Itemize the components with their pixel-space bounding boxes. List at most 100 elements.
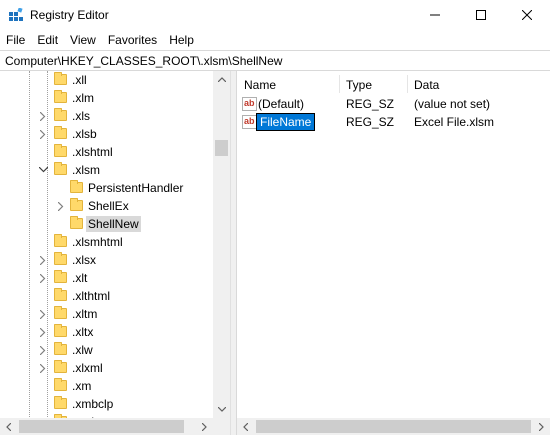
tree-item-label: PersistentHandler [88, 181, 184, 195]
tree-item-label: .xm [72, 379, 92, 393]
chevron-left-icon [6, 422, 11, 431]
folder-icon [54, 306, 67, 319]
menu-edit[interactable]: Edit [31, 30, 64, 50]
folder-icon [54, 360, 67, 373]
column-header-type[interactable]: Type [346, 77, 372, 93]
chevron-right-icon[interactable] [38, 308, 48, 320]
chevron-right-icon[interactable] [38, 362, 48, 374]
column-header-name[interactable]: Name [244, 77, 276, 93]
tree-item[interactable]: PersistentHandler [0, 179, 212, 197]
menu-file[interactable]: File [0, 30, 31, 50]
address-bar[interactable]: Computer\HKEY_CLASSES_ROOT\.xlsm\ShellNe… [0, 50, 550, 71]
chevron-right-icon[interactable] [56, 200, 66, 212]
column-divider[interactable] [407, 75, 408, 93]
chevron-down-icon [217, 407, 226, 412]
scroll-left-button[interactable] [237, 418, 254, 435]
scroll-thumb[interactable] [256, 420, 531, 433]
folder-icon [54, 234, 67, 247]
tree-item-label: ShellNew [86, 216, 141, 232]
tree-item[interactable]: .xlsmhtml [0, 233, 212, 251]
value-row[interactable]: ab (Default) REG_SZ (value not set) [237, 95, 537, 113]
tree-horizontal-scrollbar[interactable] [0, 418, 213, 435]
tree-item-label: ShellEx [88, 199, 129, 213]
menu-help[interactable]: Help [163, 30, 200, 50]
chevron-right-icon[interactable] [38, 110, 48, 122]
maximize-button[interactable] [458, 0, 504, 30]
tree-item[interactable]: .xmbclp [0, 395, 212, 413]
scroll-up-button[interactable] [213, 71, 230, 88]
tree-item-label: .xlxml [72, 361, 103, 375]
tree-item[interactable]: .xltm [0, 305, 212, 323]
folder-icon [54, 126, 67, 139]
tree-item[interactable]: ShellEx [0, 197, 212, 215]
key-tree[interactable]: .xll .xlm .xls .xlsb .xlshtml .xlsm Persistent… [0, 71, 231, 435]
tree-item[interactable]: .xls [0, 107, 212, 125]
rename-input[interactable]: FileName [255, 113, 316, 131]
tree-item-label: .xlsmhtml [72, 235, 123, 249]
tree-item[interactable]: .xltx [0, 323, 212, 341]
menu-favorites[interactable]: Favorites [102, 30, 163, 50]
tree-item[interactable]: .xlxml [0, 359, 212, 377]
scroll-right-button[interactable] [196, 418, 213, 435]
tree-item-label: .xlsm [72, 163, 100, 177]
scroll-right-button[interactable] [533, 418, 550, 435]
tree-item-label: .xlm [72, 91, 94, 105]
title-bar: Registry Editor [0, 0, 550, 30]
folder-icon [54, 288, 67, 301]
tree-item[interactable]: .xlthtml [0, 287, 212, 305]
folder-icon [70, 198, 83, 211]
chevron-down-icon[interactable] [38, 164, 48, 176]
chevron-left-icon [243, 422, 248, 431]
values-list[interactable]: Name Type Data ab (Default) REG_SZ (valu… [236, 71, 550, 435]
minimize-icon [430, 14, 440, 16]
maximize-icon [476, 10, 486, 20]
minimize-button[interactable] [412, 0, 458, 30]
window-title: Registry Editor [30, 8, 109, 22]
menu-bar: File Edit View Favorites Help [0, 30, 550, 50]
tree-item-label: .xltm [72, 307, 98, 321]
tree-item[interactable]: .xll [0, 71, 212, 89]
scroll-thumb[interactable] [19, 420, 184, 433]
tree-item[interactable]: .xlm [0, 89, 212, 107]
tree-item-label: .xmbclp [72, 397, 114, 411]
tree-item[interactable]: .xlsm [0, 161, 212, 179]
close-button[interactable] [504, 0, 550, 30]
value-data: (value not set) [414, 97, 491, 111]
list-horizontal-scrollbar[interactable] [237, 418, 550, 435]
tree-item-label: .xlsx [72, 253, 96, 267]
folder-icon [54, 378, 67, 391]
folder-icon [70, 180, 83, 193]
chevron-right-icon[interactable] [38, 272, 48, 284]
address-path[interactable]: Computer\HKEY_CLASSES_ROOT\.xlsm\ShellNe… [5, 54, 282, 68]
close-icon [522, 10, 532, 20]
tree-item-label: .xltx [72, 325, 94, 339]
chevron-right-icon[interactable] [38, 344, 48, 356]
tree-item[interactable]: .xm [0, 377, 212, 395]
tree-item[interactable]: .xlsb [0, 125, 212, 143]
tree-item-label: .xlsb [72, 127, 97, 141]
tree-item[interactable]: ShellNew [0, 215, 212, 233]
chevron-right-icon [539, 422, 544, 431]
value-row[interactable]: ab FileName REG_SZ Excel File.xlsm [237, 113, 537, 131]
column-header-data[interactable]: Data [414, 77, 439, 93]
tree-item[interactable]: .xlt [0, 269, 212, 287]
tree-item[interactable]: .xlshtml [0, 143, 212, 161]
string-value-icon: ab [242, 115, 257, 129]
folder-icon [54, 270, 67, 283]
menu-view[interactable]: View [64, 30, 102, 50]
chevron-right-icon[interactable] [38, 326, 48, 338]
value-type: REG_SZ [346, 115, 395, 129]
folder-icon [54, 144, 67, 157]
scroll-thumb[interactable] [215, 140, 228, 156]
chevron-right-icon[interactable] [38, 254, 48, 266]
tree-item[interactable]: .xlsx [0, 251, 212, 269]
tree-item[interactable]: .xlw [0, 341, 212, 359]
folder-icon [54, 90, 67, 103]
column-divider[interactable] [339, 75, 340, 93]
folder-icon [70, 216, 83, 229]
chevron-right-icon[interactable] [38, 128, 48, 140]
tree-item-label: .xlw [72, 343, 93, 357]
scroll-left-button[interactable] [0, 418, 17, 435]
tree-vertical-scrollbar[interactable] [213, 71, 230, 418]
scroll-down-button[interactable] [213, 401, 230, 418]
